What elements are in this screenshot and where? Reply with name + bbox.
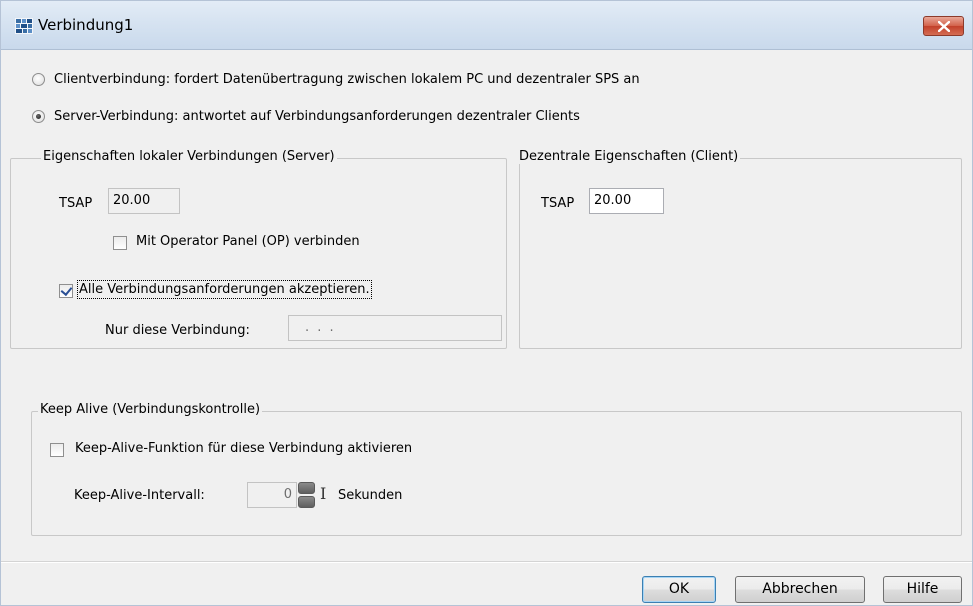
keep-alive-group: Keep Alive (Verbindungskontrolle) xyxy=(31,402,962,536)
accept-all-checkbox[interactable] xyxy=(59,284,73,298)
client-connection-option[interactable]: Clientverbindung: fordert Datenübertragu… xyxy=(32,69,640,89)
window-title: Verbindung1 xyxy=(38,16,134,34)
server-connection-radio[interactable] xyxy=(32,109,45,123)
remote-properties-group: Dezentrale Eigenschaften (Client) xyxy=(517,149,962,349)
interval-spinner[interactable] xyxy=(298,482,316,509)
server-connection-option[interactable]: Server-Verbindung: antwortet auf Verbind… xyxy=(32,106,580,126)
accept-all-label[interactable]: Alle Verbindungsanforderungen akzeptiere… xyxy=(77,280,372,299)
button-bar-divider xyxy=(1,561,972,562)
title-bar[interactable]: Verbindung1 xyxy=(1,1,972,50)
client-connection-radio[interactable] xyxy=(32,72,45,86)
dialog-window: Verbindung1 Clientverbindung: fordert Da… xyxy=(0,0,973,606)
keep-alive-checkbox[interactable] xyxy=(50,443,64,457)
local-properties-title: Eigenschaften lokaler Verbindungen (Serv… xyxy=(41,149,337,164)
only-this-connection-label: Nur diese Verbindung: xyxy=(105,323,250,338)
spin-up-button[interactable] xyxy=(298,482,315,494)
remote-properties-title: Dezentrale Eigenschaften (Client) xyxy=(517,149,741,164)
remote-tsap-label: TSAP xyxy=(541,196,575,211)
spin-down-button[interactable] xyxy=(298,496,315,508)
close-icon xyxy=(938,21,950,32)
client-connection-label: Clientverbindung: fordert Datenübertragu… xyxy=(54,71,640,87)
local-tsap-label: TSAP xyxy=(59,196,93,211)
help-button[interactable]: Hilfe xyxy=(883,576,962,603)
cancel-button[interactable]: Abbrechen xyxy=(735,576,865,603)
remote-tsap-field[interactable]: 20.00 xyxy=(589,188,664,214)
op-panel-checkbox[interactable] xyxy=(113,236,127,250)
op-panel-label[interactable]: Mit Operator Panel (OP) verbinden xyxy=(136,234,360,249)
text-cursor-icon: I xyxy=(320,484,327,503)
server-connection-label: Server-Verbindung: antwortet auf Verbind… xyxy=(54,108,580,124)
keep-alive-interval-field[interactable]: 0 xyxy=(247,482,297,508)
keep-alive-checkbox-label[interactable]: Keep-Alive-Funktion für diese Verbindung… xyxy=(75,441,412,456)
connection-icon xyxy=(15,18,33,34)
dialog-body: Clientverbindung: fordert Datenübertragu… xyxy=(1,50,972,605)
keep-alive-interval-label: Keep-Alive-Intervall: xyxy=(74,488,205,503)
ok-button[interactable]: OK xyxy=(642,576,716,603)
only-this-connection-field[interactable]: . . . xyxy=(288,315,502,341)
seconds-unit-label: Sekunden xyxy=(338,488,403,503)
close-button[interactable] xyxy=(923,16,964,36)
keep-alive-title: Keep Alive (Verbindungskontrolle) xyxy=(38,402,263,417)
local-tsap-field[interactable]: 20.00 xyxy=(108,188,180,214)
